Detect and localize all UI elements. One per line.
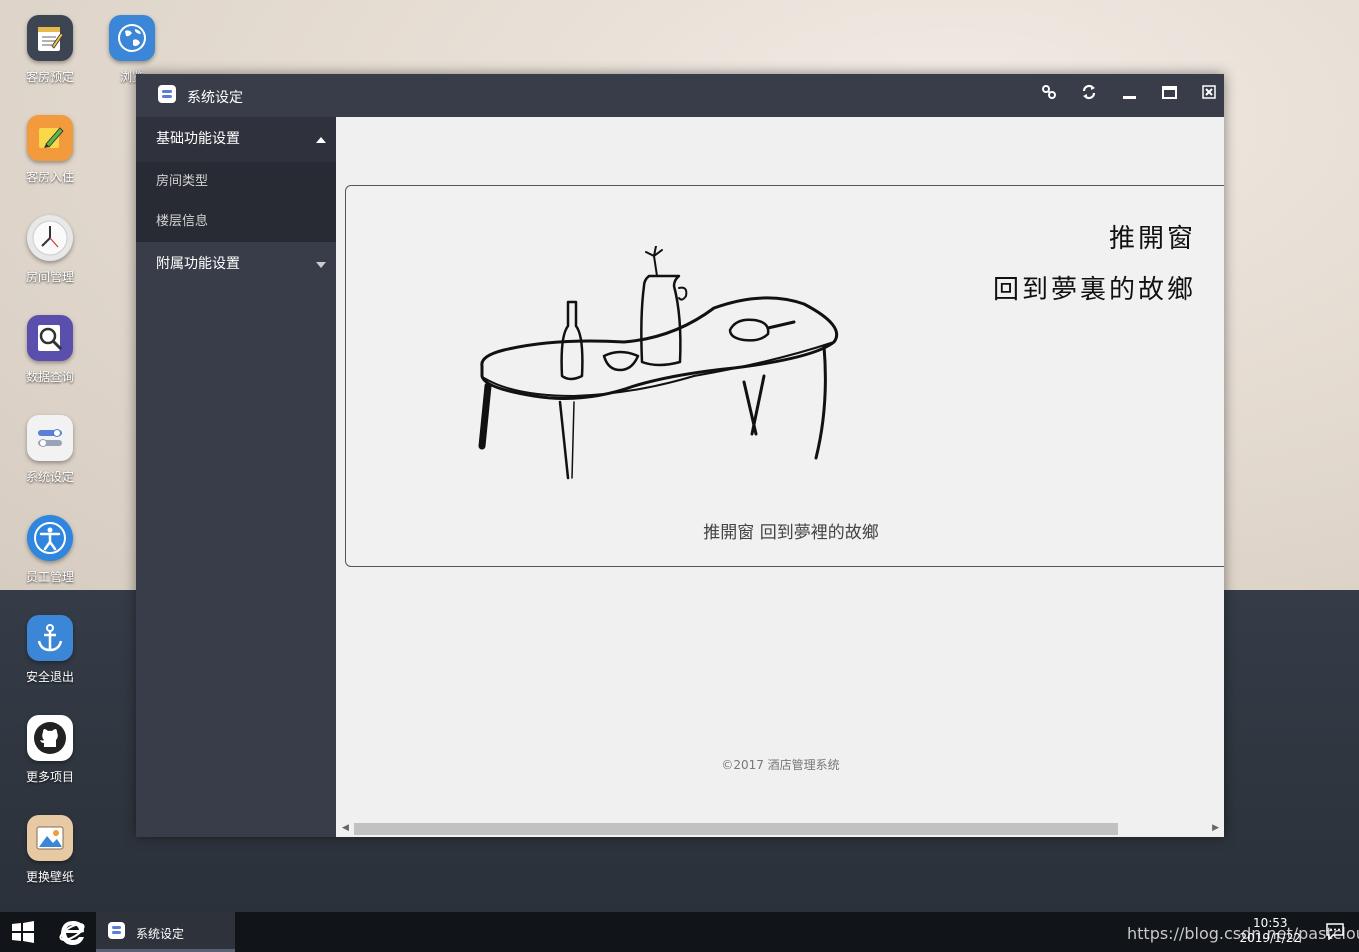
toggle-settings-icon [27,415,73,461]
browser-taskbar-button[interactable] [58,918,86,946]
desktop-icon-data-query[interactable]: 数据查询 [10,315,90,385]
internet-explorer-icon [59,921,85,945]
desktop-icon-room-manage[interactable]: 房间管理 [10,215,90,285]
nav-group-label: 基础功能设置 [156,131,240,147]
nav-group-label: 附属功能设置 [156,256,240,272]
link-button[interactable] [1037,84,1061,106]
start-button[interactable] [10,920,36,944]
nav-item-floor-info[interactable]: 楼层信息 [136,202,336,242]
message-icon [1326,923,1344,941]
magnifier-icon [27,315,73,361]
maximize-button[interactable] [1157,84,1181,106]
nav-submenu-basic: 房间类型 楼层信息 [136,162,336,242]
maximize-icon [1162,86,1177,99]
accessibility-icon [27,515,73,561]
notepad-icon [27,15,73,61]
scrollbar-thumb[interactable] [354,823,1118,835]
poem-heading: 推開窗 回到夢裏的故鄉 [993,218,1196,306]
table-sketch-illustration [478,246,839,480]
sidebar-nav: 基础功能设置 房间类型 楼层信息 附属功能设置 [136,117,336,837]
link-icon [1042,85,1056,99]
desktop-icon-checkin[interactable]: 客房入住 [10,115,90,185]
taskbar-item-label: 系统设定 [136,927,185,941]
caret-up-icon [316,137,326,143]
desktop-icon-label: 安全退出 [25,670,74,684]
pencil-icon [27,115,73,161]
desktop-icon-label: 房间管理 [25,270,74,284]
taskbar: 系统设定 https://blog.csdn.net/pastclouds 10… [0,912,1359,952]
desktop-icon-label: 更多项目 [25,770,74,784]
settings-window: 系统设定 基础功能设置 房间类型 楼层信息 附属功能设置 推開窗 回到夢裏的故鄉… [136,74,1224,837]
nav-item-room-type[interactable]: 房间类型 [136,162,336,202]
nav-group-extra-settings[interactable]: 附属功能设置 [136,242,336,287]
desktop-icon-logout[interactable]: 安全退出 [10,615,90,685]
desktop-icon-label: 系统设定 [25,470,74,484]
minimize-button[interactable] [1117,84,1141,106]
close-icon [1202,85,1216,99]
refresh-button[interactable] [1077,84,1101,106]
desktop-icon-label: 员工管理 [25,570,74,584]
copyright-text: ©2017 酒店管理系统 [721,758,840,772]
window-titlebar[interactable]: 系统设定 [136,74,1224,117]
content-area: 推開窗 回到夢裏的故鄉 推開窗 回到夢裡的故鄉 ©2017 酒店管理系统 ◀ ▶ [337,117,1224,837]
card-caption: 推開窗 回到夢裡的故鄉 [703,523,879,543]
desktop-icon-wallpaper[interactable]: 更换壁纸 [10,815,90,885]
system-clock[interactable]: 10:53 2019/1/22 [1239,916,1301,946]
picture-icon [27,815,73,861]
desktop-icon-more-projects[interactable]: 更多项目 [10,715,90,785]
desktop-icon-booking[interactable]: 客房预定 [10,15,90,85]
desktop-icon-label: 客房入住 [25,170,74,184]
globe-icon [109,15,155,61]
desktop-icon-settings[interactable]: 系统设定 [10,415,90,485]
github-icon [27,715,73,761]
desktop-icon-label: 客房预定 [25,70,74,84]
close-button[interactable] [1197,84,1221,106]
windows-logo-icon [12,921,34,943]
desktop-icon-label: 更换壁纸 [25,870,74,884]
desktop-icon-label: 数据查询 [25,370,74,384]
refresh-icon [1082,84,1096,100]
app-settings-icon [158,85,176,103]
horizontal-scrollbar[interactable]: ◀ ▶ [337,820,1224,837]
scroll-right-icon[interactable]: ▶ [1212,823,1219,833]
desktop-icon-staff[interactable]: 员工管理 [10,515,90,585]
minimize-icon [1123,96,1136,99]
clock-icon [27,215,73,261]
welcome-card: 推開窗 回到夢裏的故鄉 推開窗 回到夢裡的故鄉 [345,185,1224,567]
notification-button[interactable] [1325,922,1345,941]
clock-date: 2019/1/22 [1239,931,1301,945]
clock-time: 10:53 [1252,916,1288,930]
anchor-icon [27,615,73,661]
poem-line-1: 推開窗 [1108,224,1196,254]
taskbar-item-settings[interactable]: 系统设定 [96,912,235,952]
scroll-left-icon[interactable]: ◀ [342,823,349,833]
poem-line-2: 回到夢裏的故鄉 [992,275,1196,305]
window-title: 系统设定 [187,90,243,106]
caret-down-icon [316,262,326,268]
nav-group-basic-settings[interactable]: 基础功能设置 [136,117,336,162]
app-settings-icon [108,922,125,939]
